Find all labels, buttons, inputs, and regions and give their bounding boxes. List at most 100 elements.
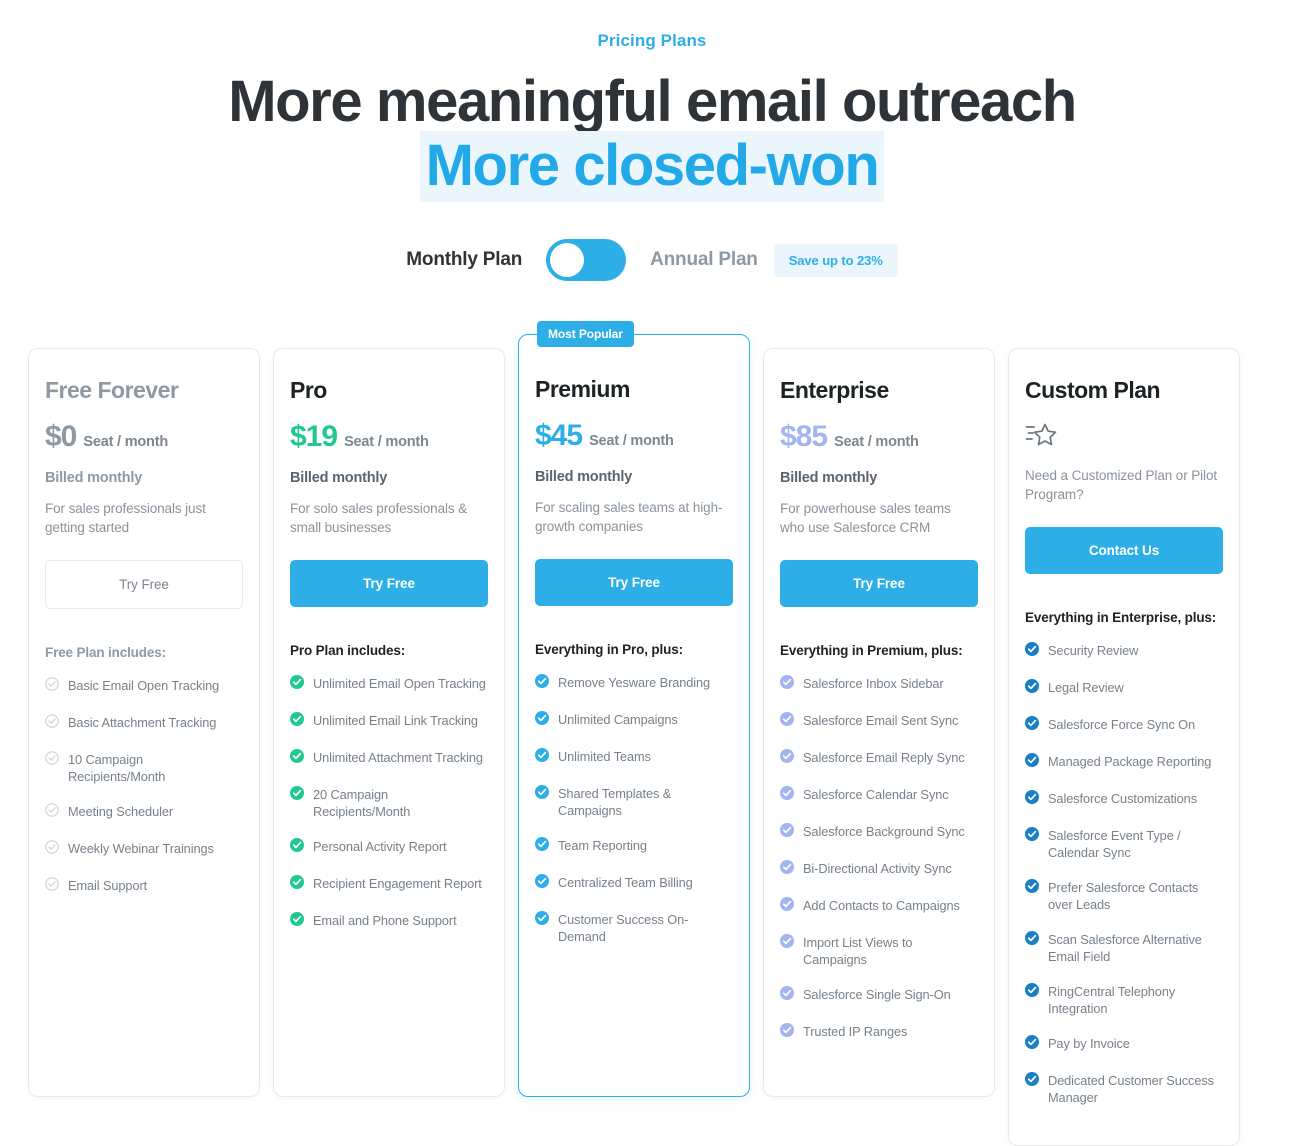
feature-label: Team Reporting — [558, 838, 647, 854]
feature-item: Bi-Directional Activity Sync — [780, 859, 978, 879]
plan-billing-note: Billed monthly — [290, 470, 388, 486]
check-circle-icon — [780, 786, 794, 805]
billing-toggle: Monthly Plan Annual Plan Save up to 23% — [0, 239, 1304, 282]
card-body: Premium $45 Seat / month Billed monthly For … — [535, 363, 733, 945]
feature-item: Salesforce Force Sync On — [1025, 715, 1223, 735]
feature-item: Salesforce Calendar Sync — [780, 785, 978, 805]
feature-item: Customer Success On-Demand — [535, 910, 733, 945]
plan-billing-note: Billed monthly — [535, 469, 633, 485]
feature-label: Prefer Salesforce Contacts over Leads — [1048, 880, 1199, 913]
feature-item: Salesforce Event Type / Calendar Sync — [1025, 826, 1223, 861]
plan-price: $0 — [45, 420, 77, 453]
check-circle-icon — [780, 860, 794, 879]
check-circle-icon — [780, 1023, 794, 1042]
check-circle-icon — [45, 803, 59, 822]
monthly-plan-label[interactable]: Monthly Plan — [406, 249, 522, 271]
check-circle-icon — [1025, 1072, 1039, 1091]
plan-name: Premium — [535, 376, 630, 402]
check-circle-icon — [535, 711, 549, 730]
plan-includes-title: Free Plan includes: — [45, 645, 166, 660]
feature-item: Legal Review — [1025, 678, 1223, 698]
feature-label: Unlimited Email Link Tracking — [313, 713, 478, 728]
card-body: Custom Plan Need a Customized Plan or Pil… — [1025, 377, 1223, 1106]
feature-item: Centralized Team Billing — [535, 873, 733, 893]
feature-label: Centralized Team Billing — [558, 875, 693, 891]
check-circle-icon — [1025, 931, 1039, 950]
feature-label: Salesforce Email Sent Sync — [803, 713, 959, 728]
feature-item: Unlimited Campaigns — [535, 710, 733, 730]
feature-item: Email and Phone Support — [290, 911, 488, 931]
check-circle-icon — [1025, 1035, 1039, 1054]
feature-item: Pay by Invoice — [1025, 1034, 1223, 1054]
feature-item: Scan Salesforce Alternative Email Field — [1025, 930, 1223, 965]
annual-plan-label[interactable]: Annual Plan — [650, 249, 758, 271]
card-body: Enterprise $85 Seat / month Billed monthly F… — [780, 377, 978, 1042]
check-circle-icon — [290, 838, 304, 857]
feature-label: Managed Package Reporting — [1048, 754, 1212, 769]
plan-cta-button[interactable]: Contact Us — [1025, 527, 1223, 574]
pricing-card-free-forever: Free Forever $0 Seat / month Billed monthly… — [28, 348, 260, 1097]
feature-item: Recipient Engagement Report — [290, 874, 488, 894]
plan-cta-button[interactable]: Try Free — [535, 559, 733, 606]
check-circle-icon — [45, 677, 59, 696]
feature-item: Unlimited Email Link Tracking — [290, 711, 488, 731]
check-circle-icon — [1025, 983, 1039, 1002]
plan-price-unit: Seat / month — [834, 434, 919, 450]
card-body: Free Forever $0 Seat / month Billed monthly… — [45, 377, 243, 896]
card-body: Pro $19 Seat / month Billed monthly For solo… — [290, 377, 488, 931]
plan-feature-list: Remove Yesware Branding Unlimited Campaig… — [535, 673, 733, 945]
shooting-star-icon — [1025, 420, 1223, 450]
plan-feature-list: Security Review Legal Review Salesforce Fo… — [1025, 641, 1223, 1106]
check-circle-icon — [290, 749, 304, 768]
check-circle-icon — [290, 712, 304, 731]
billing-period-switch[interactable] — [546, 239, 627, 282]
feature-label: Salesforce Force Sync On — [1048, 717, 1195, 732]
plan-cta-button[interactable]: Try Free — [290, 560, 488, 607]
switch-knob[interactable] — [550, 243, 585, 278]
check-circle-icon — [1025, 753, 1039, 772]
feature-label: Trusted IP Ranges — [803, 1024, 908, 1040]
feature-label: Basic Email Open Tracking — [68, 678, 220, 693]
feature-item: Add Contacts to Campaigns — [780, 896, 978, 916]
check-circle-icon — [535, 837, 549, 856]
plan-name: Free Forever — [45, 377, 179, 403]
feature-label: 10 Campaign Recipients/Month — [68, 752, 166, 785]
plan-billing-note: Billed monthly — [45, 470, 143, 486]
feature-item: Team Reporting — [535, 836, 733, 856]
feature-item: Trusted IP Ranges — [780, 1022, 978, 1042]
feature-item: Remove Yesware Branding — [535, 673, 733, 693]
check-circle-icon — [780, 986, 794, 1005]
feature-label: Salesforce Calendar Sync — [803, 787, 949, 802]
feature-item: Salesforce Email Reply Sync — [780, 748, 978, 768]
feature-item: Import List Views to Campaigns — [780, 933, 978, 968]
feature-label: Scan Salesforce Alternative Email Field — [1048, 932, 1202, 965]
feature-label: Remove Yesware Branding — [558, 675, 711, 690]
feature-label: Salesforce Event Type / Calendar Sync — [1048, 828, 1181, 861]
feature-item: Salesforce Customizations — [1025, 789, 1223, 809]
plan-includes-title: Pro Plan includes: — [290, 643, 406, 658]
savings-badge: Save up to 23% — [773, 243, 898, 277]
feature-item: Unlimited Email Open Tracking — [290, 674, 488, 694]
feature-item: 20 Campaign Recipients/Month — [290, 785, 488, 820]
plan-description: For scaling sales teams at high-growth c… — [535, 500, 723, 535]
feature-label: Salesforce Inbox Sidebar — [803, 676, 944, 691]
check-circle-icon — [780, 934, 794, 953]
plan-price-row: $45 Seat / month — [535, 419, 733, 453]
feature-label: Pay by Invoice — [1048, 1036, 1130, 1052]
check-circle-icon — [780, 897, 794, 916]
pricing-page: Pricing Plans More meaningful email outr… — [0, 0, 1304, 1146]
plan-feature-list: Salesforce Inbox Sidebar Salesforce Email… — [780, 674, 978, 1042]
plan-cta-button[interactable]: Try Free — [45, 560, 243, 609]
check-circle-icon — [535, 748, 549, 767]
feature-label: 20 Campaign Recipients/Month — [313, 787, 411, 820]
feature-item: Salesforce Email Sent Sync — [780, 711, 978, 731]
check-circle-icon — [780, 675, 794, 694]
feature-item: Personal Activity Report — [290, 837, 488, 857]
check-circle-icon — [1025, 879, 1039, 898]
plan-price-unit: Seat / month — [83, 434, 168, 450]
check-circle-icon — [45, 751, 59, 770]
plan-cta-button[interactable]: Try Free — [780, 560, 978, 607]
check-circle-icon — [290, 875, 304, 894]
feature-label: Salesforce Single Sign-On — [803, 987, 951, 1003]
feature-label: Unlimited Teams — [558, 749, 651, 764]
